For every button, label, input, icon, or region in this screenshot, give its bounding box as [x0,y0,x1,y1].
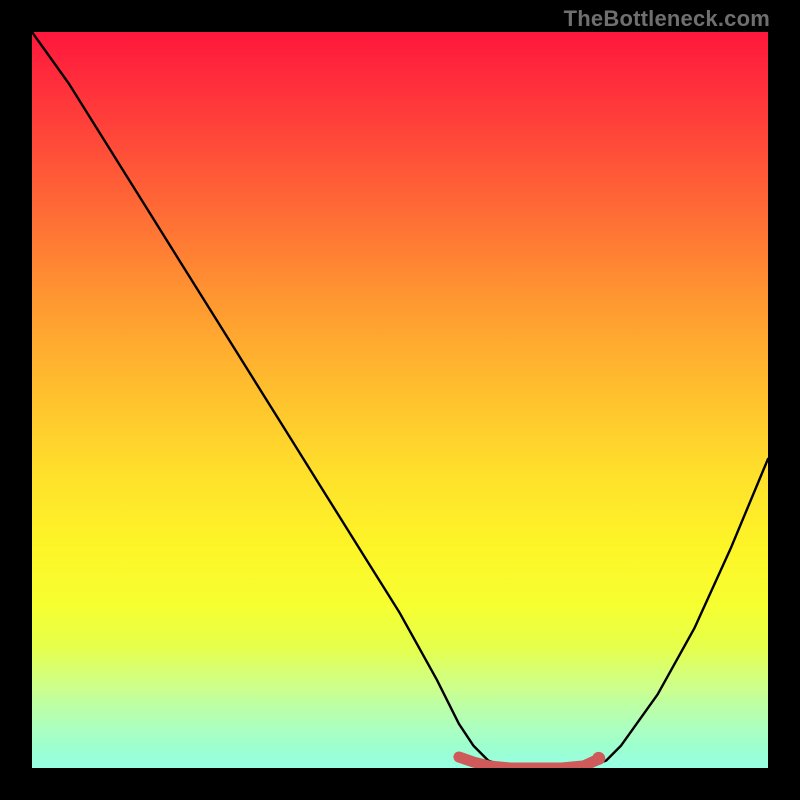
plot-area [32,32,768,768]
bottleneck-curve-path [32,32,768,768]
watermark-text: TheBottleneck.com [564,6,770,32]
chart-svg [32,32,768,768]
chart-stage: TheBottleneck.com [0,0,800,800]
optimal-marker-dot [592,752,605,765]
optimal-band-path [459,757,599,768]
